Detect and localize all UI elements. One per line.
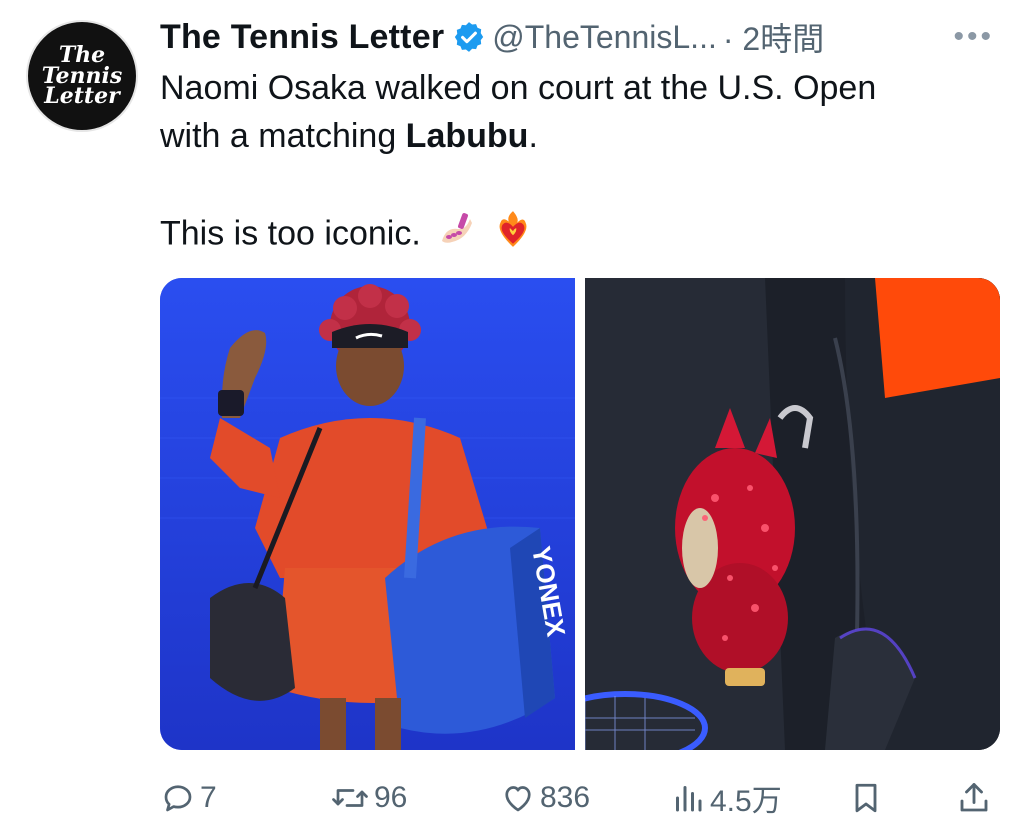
share-icon <box>960 783 988 812</box>
photo-naomi-osaka[interactable]: YONEX <box>160 278 575 750</box>
heart-icon <box>505 786 531 812</box>
share-button[interactable] <box>956 780 1000 816</box>
bookmark-icon <box>855 783 877 813</box>
tweet-line-3: This is too iconic. <box>160 208 1000 263</box>
photo-labubu-charm[interactable] <box>542 278 1000 750</box>
tweet-header: The Tennis Letter @TheTennisL... · 2時間 •… <box>160 14 1004 60</box>
media-grid[interactable]: YONEX <box>160 278 1000 750</box>
display-name[interactable]: The Tennis Letter <box>160 18 444 57</box>
more-options-icon[interactable]: ••• <box>953 20 1004 54</box>
tweet-text: Naomi Osaka walked on court at the U.S. … <box>160 64 1000 263</box>
timestamp[interactable]: · 2時間 <box>723 14 824 60</box>
like-button[interactable]: 836 <box>500 780 670 816</box>
retweet-button[interactable]: 96 <box>330 780 500 816</box>
bookmark-button[interactable] <box>848 780 948 816</box>
tweet-line-2-suffix: . <box>528 117 538 155</box>
tweet-line-1: Naomi Osaka walked on court at the U.S. … <box>160 69 877 107</box>
nail-polish-emoji-icon <box>436 209 476 262</box>
heart-on-fire-emoji-icon <box>492 208 534 263</box>
user-handle[interactable]: @TheTennisL... <box>492 19 717 56</box>
avatar[interactable]: The Tennis Letter <box>26 20 138 132</box>
tweet-line-3-text: This is too iconic. <box>160 214 421 253</box>
tweet-line-2-prefix: with a matching <box>160 117 406 155</box>
reply-button[interactable]: 7 <box>160 780 330 816</box>
reply-icon <box>164 785 192 812</box>
like-count: 836 <box>540 781 591 814</box>
labubu-word: Labubu <box>405 117 529 155</box>
verified-badge-icon <box>452 20 486 54</box>
reply-count: 7 <box>200 781 217 814</box>
tweet-actions-bar: 7 96 836 4.5万 <box>160 770 1000 826</box>
views-button[interactable]: 4.5万 <box>670 776 848 820</box>
retweet-count: 96 <box>374 781 408 814</box>
view-count: 4.5万 <box>710 785 782 818</box>
avatar-text-3: Letter <box>44 83 120 110</box>
tweet-line-2: with a matching Labubu. <box>160 112 1000 160</box>
views-chart-icon <box>676 786 702 812</box>
retweet-icon <box>332 789 368 807</box>
